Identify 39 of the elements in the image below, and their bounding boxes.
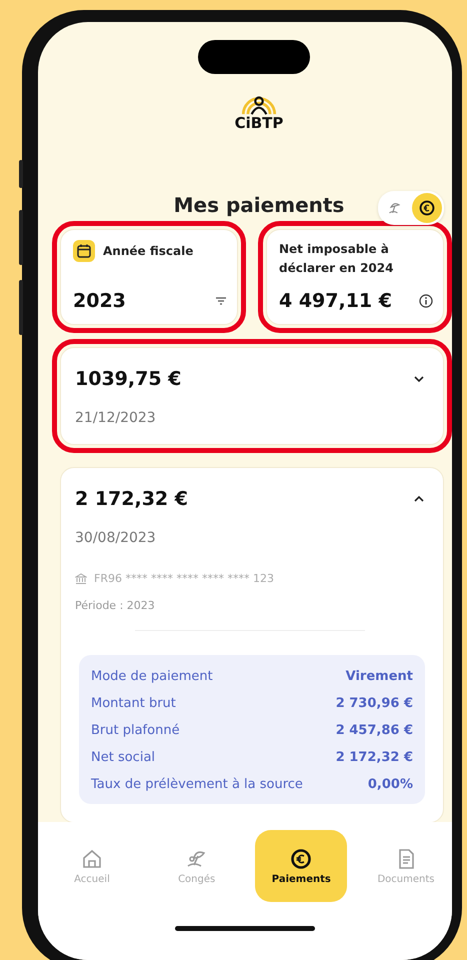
detail-value: 2 172,32 € bbox=[336, 750, 413, 765]
detail-label: Taux de prélèvement à la source bbox=[91, 777, 303, 792]
calendar-icon bbox=[73, 240, 95, 262]
detail-value: 0,00% bbox=[368, 777, 413, 792]
euro-coin-icon[interactable] bbox=[419, 200, 435, 216]
tab-bar-item[interactable]: Documents bbox=[360, 830, 452, 902]
detail-label: Montant brut bbox=[91, 696, 176, 711]
beach-umbrella-icon[interactable] bbox=[387, 200, 403, 216]
year-value: 2023 bbox=[73, 290, 126, 312]
chevron-up-icon[interactable] bbox=[413, 495, 425, 503]
euro-coin-icon[interactable] bbox=[290, 848, 312, 870]
home-icon[interactable] bbox=[81, 848, 103, 870]
tab-bar-item[interactable]: Congés bbox=[150, 830, 243, 902]
tab-bar-item[interactable]: Accueil bbox=[46, 830, 138, 902]
detail-value: Virement bbox=[346, 669, 413, 684]
payment-card[interactable] bbox=[60, 467, 444, 822]
detail-value: 2 730,96 € bbox=[336, 696, 413, 711]
page-title: Mes paiements bbox=[174, 193, 344, 217]
payment-amount: 1039,75 € bbox=[75, 368, 182, 390]
logo-text: CiBTP bbox=[234, 116, 284, 131]
detail-label: Mode de paiement bbox=[91, 669, 213, 684]
net-taxable-label: Net imposable à déclarer en 2024 bbox=[279, 241, 394, 278]
euro-coin-toggle[interactable] bbox=[412, 193, 442, 223]
iban-text: FR96 **** **** **** **** **** 123 bbox=[94, 572, 274, 585]
payment-date: 21/12/2023 bbox=[75, 410, 157, 426]
filter-icon[interactable] bbox=[215, 296, 227, 306]
net-taxable-amount: 4 497,11 € bbox=[279, 290, 392, 312]
detail-label: Brut plafonné bbox=[91, 723, 180, 738]
period-text: Période : 2023 bbox=[75, 599, 156, 612]
payment-date: 30/08/2023 bbox=[75, 530, 157, 546]
payment-amount: 2 172,32 € bbox=[75, 488, 188, 510]
detail-value: 2 457,86 € bbox=[336, 723, 413, 738]
tab-bar-item[interactable]: Paiements bbox=[255, 830, 348, 902]
info-icon[interactable] bbox=[419, 294, 433, 308]
detail-label: Net social bbox=[91, 750, 156, 765]
view-toggle[interactable] bbox=[378, 191, 444, 225]
year-label: Année fiscale bbox=[103, 244, 194, 258]
bank-icon bbox=[75, 572, 87, 584]
chevron-down-icon[interactable] bbox=[413, 375, 425, 383]
